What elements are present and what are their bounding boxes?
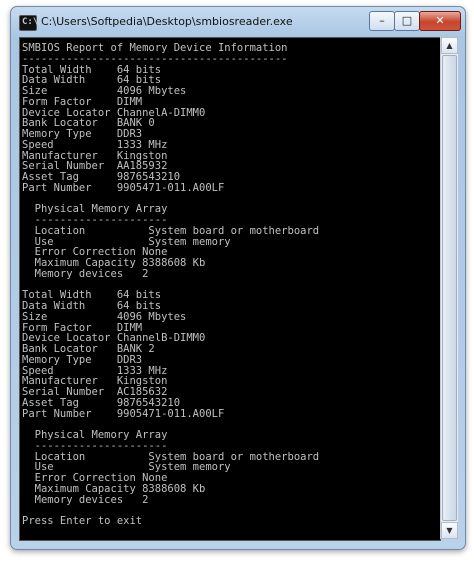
scroll-up-button[interactable]: ▲	[441, 37, 458, 54]
console-line: Memory devices 2	[22, 493, 149, 506]
console-line: Total Width 64 bits	[22, 289, 162, 302]
console-output-area[interactable]: SMBIOS Report of Memory Device Informati…	[19, 37, 441, 541]
scroll-down-button[interactable]: ▼	[441, 522, 458, 539]
console-line: ---------------------	[22, 214, 168, 226]
console-line: Asset Tag 9876543210	[22, 396, 181, 409]
console-line: Manufacturer Kingston	[22, 149, 168, 162]
console-line: Maximum Capacity 8388608 Kb	[22, 257, 206, 269]
minimize-button[interactable]: –	[369, 11, 395, 31]
window-title: C:\Users\Softpedia\Desktop\smbiosreader.…	[41, 15, 293, 28]
console-line: Speed 1333 MHz	[22, 138, 168, 151]
console-line: Physical Memory Array	[22, 203, 168, 216]
console-line: Asset Tag 9876543210	[22, 171, 181, 183]
console-line: Device Locator ChannelA-DIMM0	[22, 106, 206, 119]
console-line: Error Correction None	[22, 246, 168, 259]
console-line: Size 4096 Mbytes	[22, 85, 187, 97]
console-icon-glyph: C:\	[22, 17, 39, 27]
console-line: Bank Locator BANK 0	[22, 117, 155, 130]
console-line: Physical Memory Array	[22, 429, 168, 441]
vertical-scrollbar[interactable]: ▲ ▼	[440, 37, 458, 539]
console-line: Memory Type DDR3	[22, 128, 143, 140]
console-line: Total Width 64 bits	[22, 63, 162, 76]
console-line: Part Number 9905471-011.A00LF	[22, 407, 225, 420]
console-line: Memory Type DDR3	[22, 353, 143, 366]
console-app-icon[interactable]: C:\	[19, 15, 39, 31]
console-line: Manufacturer Kingston	[22, 375, 168, 388]
title-bar[interactable]: C:\ C:\Users\Softpedia\Desktop\smbiosrea…	[11, 7, 465, 37]
console-line: SMBIOS Report of Memory Device Informati…	[22, 42, 288, 54]
maximize-button[interactable]: □	[394, 11, 420, 31]
console-line: Part Number 9905471-011.A00LF	[22, 181, 225, 194]
console-line: Location System board or motherboard	[22, 450, 320, 463]
scroll-thumb[interactable]	[442, 55, 457, 521]
console-line: Error Correction None	[22, 472, 168, 484]
console-line: Data Width 64 bits	[22, 300, 162, 312]
console-line: Form Factor DIMM	[22, 321, 143, 334]
console-line: Press Enter to exit	[22, 515, 143, 527]
console-lines: SMBIOS Report of Memory Device Informati…	[22, 42, 320, 527]
console-line: Form Factor DIMM	[22, 95, 143, 108]
console-line: Data Width 64 bits	[22, 74, 162, 87]
console-window: C:\ C:\Users\Softpedia\Desktop\smbiosrea…	[10, 6, 466, 550]
console-line: Bank Locator BANK 2	[22, 343, 155, 355]
console-line: Speed 1333 MHz	[22, 364, 168, 377]
close-button[interactable]: ✕	[419, 11, 461, 31]
console-line: Serial Number AC185632	[22, 386, 168, 398]
console-line: Use System memory	[22, 461, 231, 474]
console-line: ----------------------------------------…	[22, 52, 288, 65]
console-line: Use System memory	[22, 235, 231, 248]
console-line: Device Locator ChannelB-DIMM0	[22, 332, 206, 345]
console-line: ---------------------	[22, 439, 168, 452]
console-line: Size 4096 Mbytes	[22, 310, 187, 323]
console-line: Maximum Capacity 8388608 Kb	[22, 482, 206, 495]
console-line: Serial Number AA185932	[22, 160, 168, 173]
console-line: Location System board or motherboard	[22, 224, 320, 237]
console-line: Memory devices 2	[22, 267, 149, 280]
